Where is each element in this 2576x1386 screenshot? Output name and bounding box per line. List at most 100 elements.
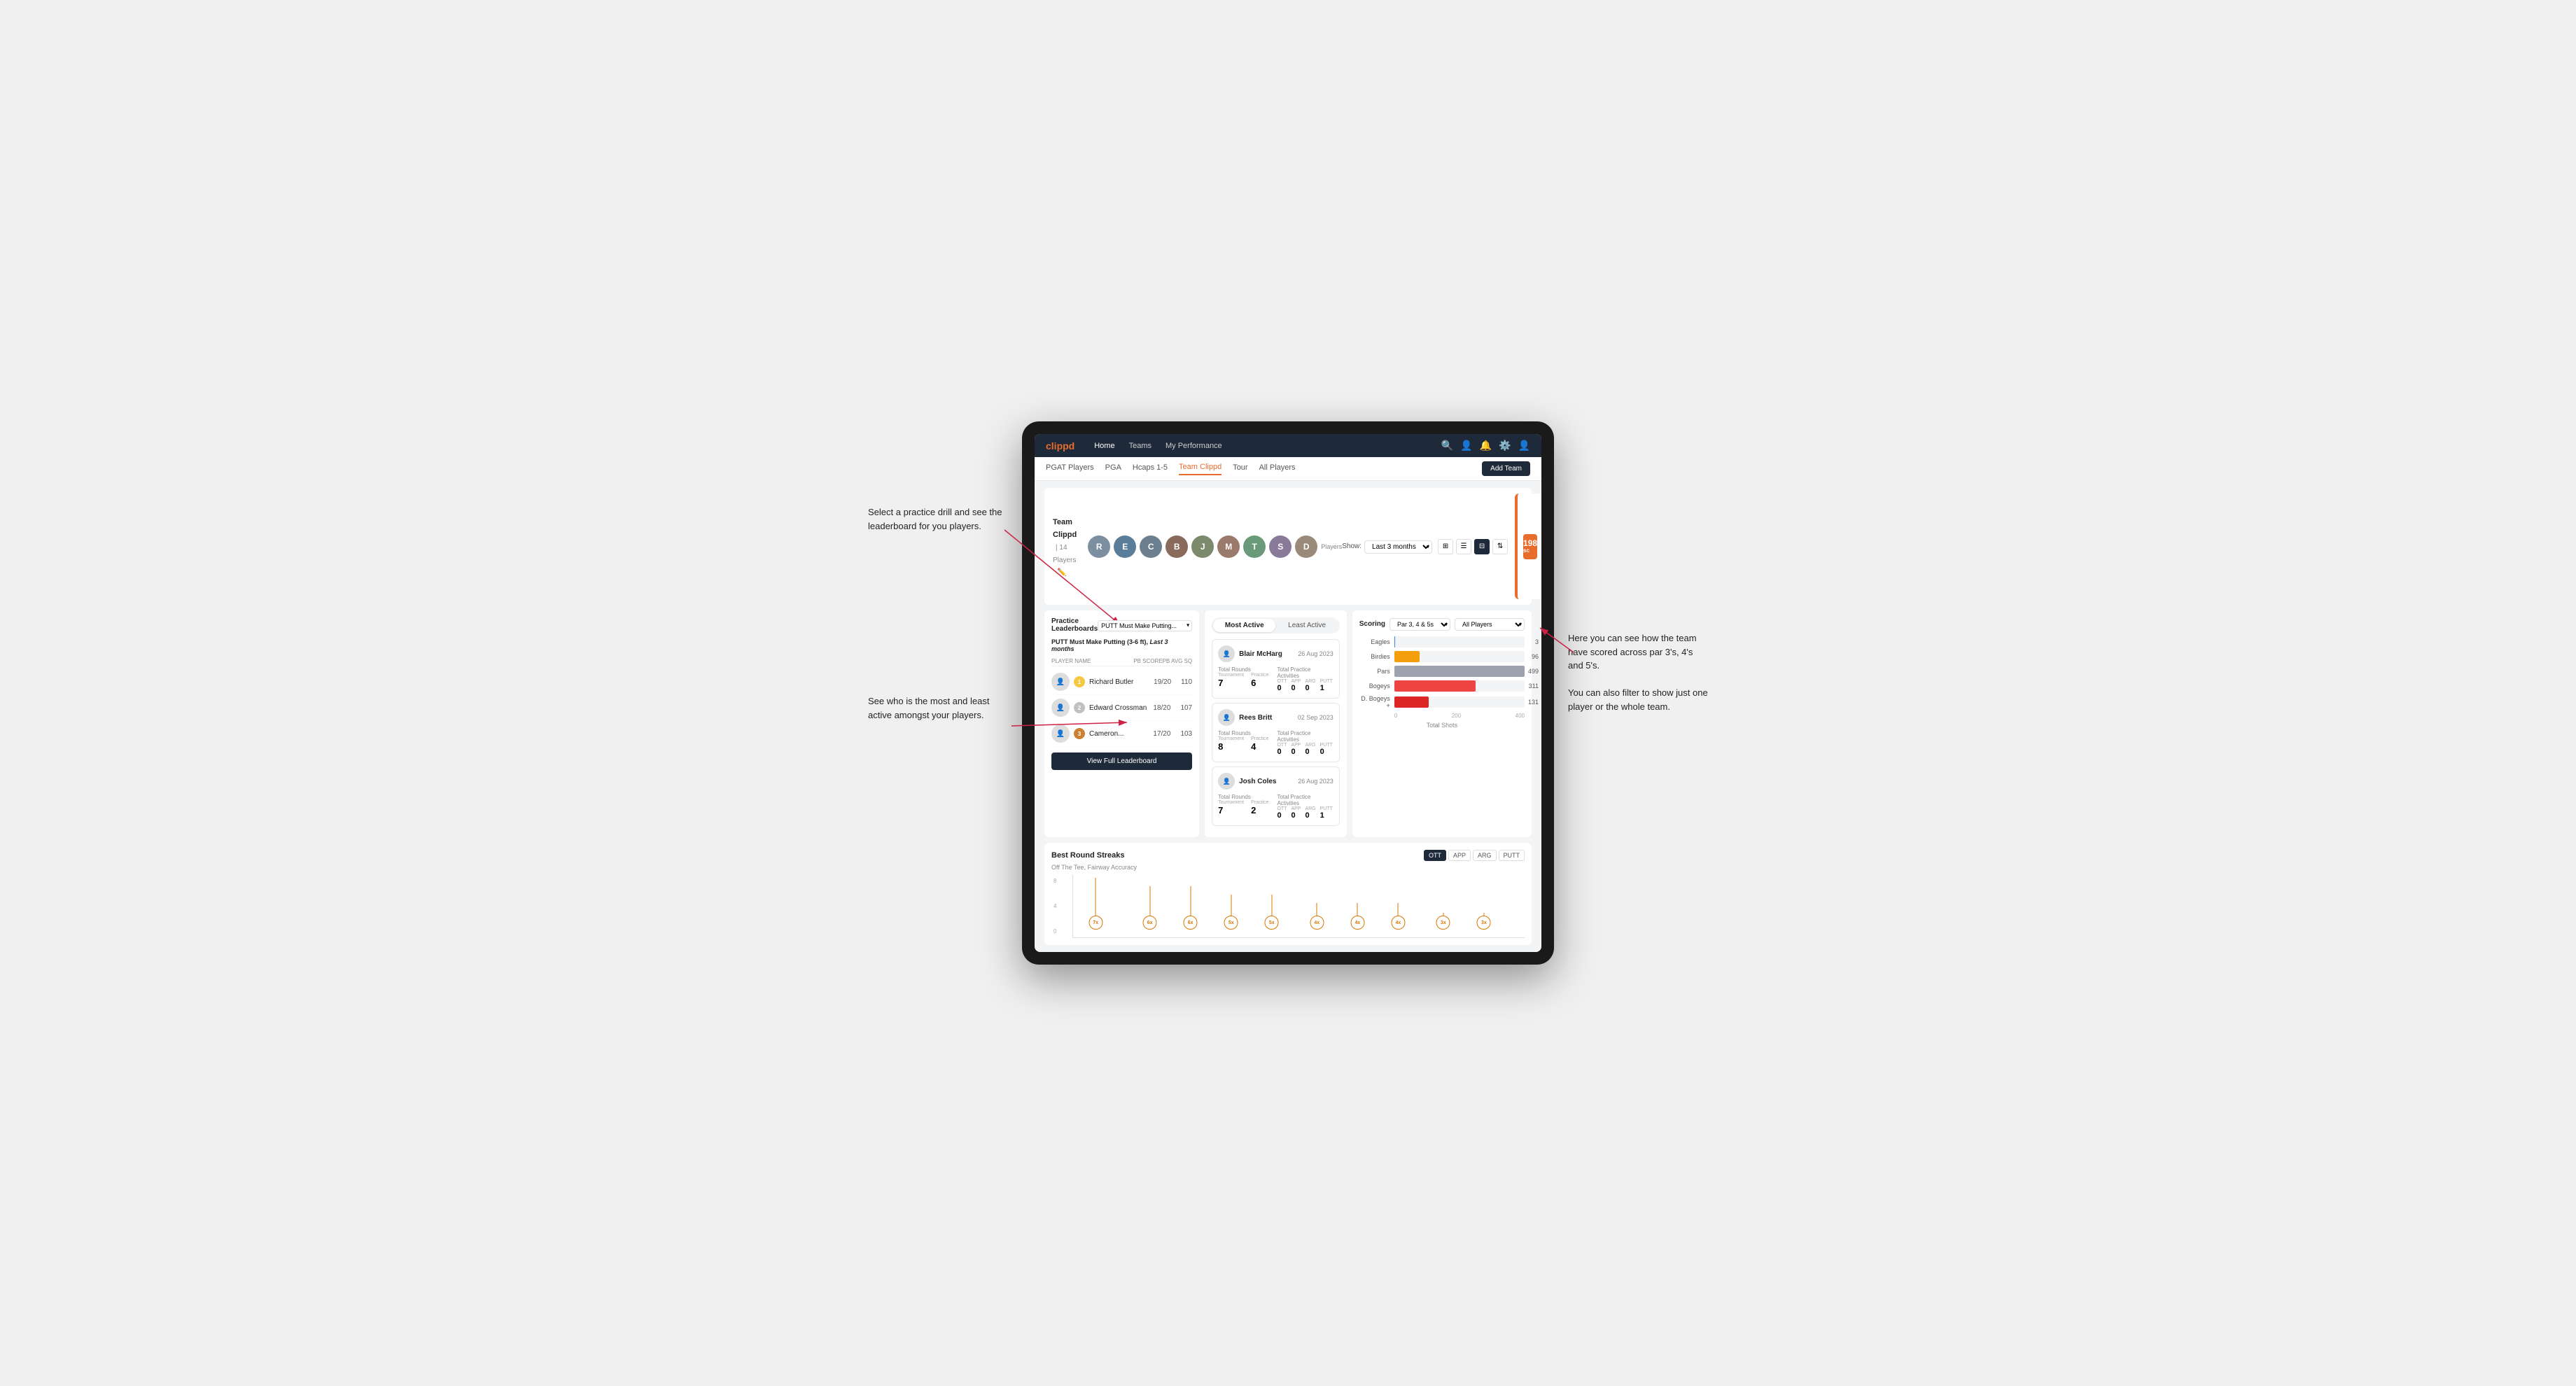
- bar-pars-row: Pars 499: [1359, 666, 1525, 677]
- add-team-button[interactable]: Add Team: [1482, 461, 1530, 476]
- show-select-wrapper[interactable]: Last 3 months Last month Last year: [1364, 540, 1432, 554]
- streak-dot-6x-2: 6x: [1190, 886, 1191, 930]
- streak-dot-6x-1: 6x: [1149, 886, 1150, 930]
- activity-card-2: 👤 Rees Britt 02 Sep 2023 Total Rounds To: [1212, 703, 1340, 762]
- activity-card-3: 👤 Josh Coles 26 Aug 2023 Total Rounds To: [1212, 766, 1340, 826]
- streak-dot-4x-2: 4x: [1357, 903, 1358, 930]
- ac-rounds-3: Total Rounds Tournament 7 Practice: [1218, 794, 1274, 820]
- edit-icon[interactable]: ✏️: [1057, 568, 1067, 577]
- avatar-7[interactable]: T: [1243, 536, 1266, 558]
- bar-dbogeys-fill: [1394, 696, 1429, 708]
- player-filter-wrapper[interactable]: All Players Individual player: [1455, 617, 1525, 631]
- avatar-icon[interactable]: 👤: [1518, 440, 1530, 451]
- bell-icon[interactable]: 🔔: [1480, 440, 1492, 451]
- ac-header-2: 👤 Rees Britt 02 Sep 2023: [1218, 709, 1334, 726]
- view-full-leaderboard-button[interactable]: View Full Leaderboard: [1051, 752, 1192, 770]
- streak-app-btn[interactable]: APP: [1448, 850, 1471, 861]
- ac-avatar-1: 👤: [1218, 645, 1235, 662]
- lb-score-1: 19/20: [1154, 678, 1171, 686]
- avatar-9[interactable]: D: [1295, 536, 1317, 558]
- show-select[interactable]: Last 3 months Last month Last year: [1364, 540, 1432, 554]
- team-header-left: Team Clippd | 14 Players ✏️: [1053, 515, 1077, 578]
- drill-select-wrapper[interactable]: PUTT Must Make Putting... OTT Driving Ac…: [1098, 619, 1192, 631]
- ac-date-2: 02 Sep 2023: [1298, 714, 1334, 721]
- drill-select[interactable]: PUTT Must Make Putting... OTT Driving Ac…: [1098, 620, 1192, 631]
- nav-icons: 🔍 👤 🔔 ⚙️ 👤: [1441, 440, 1530, 451]
- team-header: Team Clippd | 14 Players ✏️ R E C B J M …: [1044, 488, 1532, 605]
- par-filter-wrapper[interactable]: Par 3, 4 & 5s Par 3s only Par 4s only Pa…: [1390, 617, 1450, 631]
- ac-prac-vals-3: OTT 0 APP 0 ARG: [1277, 806, 1333, 820]
- y-label-bot: 0: [1054, 928, 1056, 934]
- bar-dbogeys-track: 131: [1394, 696, 1525, 708]
- subnav-pgat[interactable]: PGAT Players: [1046, 463, 1094, 475]
- card-view-btn[interactable]: ⊟: [1474, 539, 1490, 554]
- avatar-3[interactable]: C: [1140, 536, 1162, 558]
- annotation-top-right: Here you can see how the team have score…: [1568, 631, 1708, 713]
- ac-tournament-3: Tournament 7: [1218, 800, 1244, 816]
- most-active-tab[interactable]: Most Active: [1213, 619, 1275, 632]
- page-wrapper: Select a practice drill and see the lead…: [868, 421, 1708, 965]
- view-icons: ⊞ ☰ ⊟ ⇅: [1438, 539, 1508, 554]
- player-filter[interactable]: All Players Individual player: [1455, 618, 1525, 631]
- nav-home[interactable]: Home: [1094, 442, 1114, 450]
- ac-practice-activities-2: Total Practice Activities OTT 0 APP: [1277, 730, 1333, 756]
- y-label-top: 8: [1054, 878, 1056, 884]
- subnav-tour[interactable]: Tour: [1233, 463, 1247, 475]
- avatar-1[interactable]: R: [1088, 536, 1110, 558]
- leaderboard-cols-header: PLAYER NAME PB SCORE PB AVG SQ: [1051, 657, 1192, 666]
- ac-name-3: Josh Coles: [1239, 778, 1276, 785]
- search-icon[interactable]: 🔍: [1441, 440, 1453, 451]
- tablet: clippd Home Teams My Performance 🔍 👤 🔔 ⚙…: [1022, 421, 1554, 965]
- avatar-5[interactable]: J: [1191, 536, 1214, 558]
- subnav-pga[interactable]: PGA: [1105, 463, 1121, 475]
- sub-nav: PGAT Players PGA Hcaps 1-5 Team Clippd T…: [1035, 457, 1541, 481]
- user-icon[interactable]: 👤: [1460, 440, 1472, 451]
- bar-bogeys-val: 311: [1529, 682, 1539, 690]
- streak-arg-btn[interactable]: ARG: [1473, 850, 1497, 861]
- subnav-all-players[interactable]: All Players: [1259, 463, 1296, 475]
- grid-view-btn[interactable]: ⊞: [1438, 539, 1453, 554]
- subnav-team-clippd[interactable]: Team Clippd: [1179, 463, 1222, 475]
- nav-teams[interactable]: Teams: [1129, 442, 1152, 450]
- leaderboard-header: Practice Leaderboards PUTT Must Make Put…: [1051, 617, 1192, 633]
- filter-btn[interactable]: ⇅: [1492, 539, 1508, 554]
- practice-leaderboards-panel: Practice Leaderboards PUTT Must Make Put…: [1044, 610, 1199, 837]
- bar-pars-val: 499: [1528, 668, 1539, 675]
- streaks-subtitle: Off The Tee, Fairway Accuracy: [1051, 864, 1525, 871]
- ac-practice-rounds-3: Practice 2: [1251, 800, 1268, 816]
- bar-eagles-track: 3: [1394, 636, 1525, 648]
- streak-ott-btn[interactable]: OTT: [1424, 850, 1446, 861]
- ac-header-1: 👤 Blair McHarg 26 Aug 2023: [1218, 645, 1334, 662]
- par-filter[interactable]: Par 3, 4 & 5s Par 3s only Par 4s only Pa…: [1390, 618, 1450, 631]
- avatar-4[interactable]: B: [1166, 536, 1188, 558]
- bar-dbogeys-row: D. Bogeys + 131: [1359, 695, 1525, 709]
- streaks-panel: Best Round Streaks OTT APP ARG PUTT Off …: [1044, 843, 1532, 945]
- team-count: | 14 Players: [1053, 544, 1076, 564]
- ac-rounds-2: Total Rounds Tournament 8 Practice: [1218, 730, 1274, 756]
- nav-my-performance[interactable]: My Performance: [1166, 442, 1222, 450]
- lb-name-2: Edward Crossman: [1089, 704, 1149, 712]
- lb-avg-2: 107: [1180, 704, 1192, 712]
- table-row: 👤 1 Richard Butler 19/20 110: [1051, 669, 1192, 695]
- ac-rounds-vals: Tournament 7 Practice 6: [1218, 673, 1274, 688]
- ac-practice-rounds-1: Practice 6: [1251, 673, 1268, 688]
- x-label-200: 200: [1397, 713, 1515, 719]
- list-view-btn[interactable]: ☰: [1456, 539, 1471, 554]
- ac-date-3: 26 Aug 2023: [1298, 778, 1334, 785]
- settings-icon[interactable]: ⚙️: [1499, 440, 1511, 451]
- avatar-2[interactable]: E: [1114, 536, 1136, 558]
- ac-name-2: Rees Britt: [1239, 714, 1272, 722]
- ac-rounds-vals-2: Tournament 8 Practice 4: [1218, 736, 1274, 752]
- streak-dot-3x-2: 3x: [1483, 913, 1484, 930]
- ac-avatar-2: 👤: [1218, 709, 1235, 726]
- streak-dot-5x-2: 5x: [1271, 895, 1272, 930]
- ac-avatar-3: 👤: [1218, 773, 1235, 790]
- subnav-hcaps[interactable]: Hcaps 1-5: [1133, 463, 1168, 475]
- ac-stats-1: Total Rounds Tournament 7 Practice: [1218, 666, 1334, 692]
- streak-putt-btn[interactable]: PUTT: [1499, 850, 1525, 861]
- avatar-6[interactable]: M: [1217, 536, 1240, 558]
- least-active-tab[interactable]: Least Active: [1275, 619, 1338, 632]
- avatar-8[interactable]: S: [1269, 536, 1292, 558]
- bar-bogeys-row: Bogeys 311: [1359, 680, 1525, 692]
- ac-rounds-label: Total Rounds: [1218, 666, 1274, 673]
